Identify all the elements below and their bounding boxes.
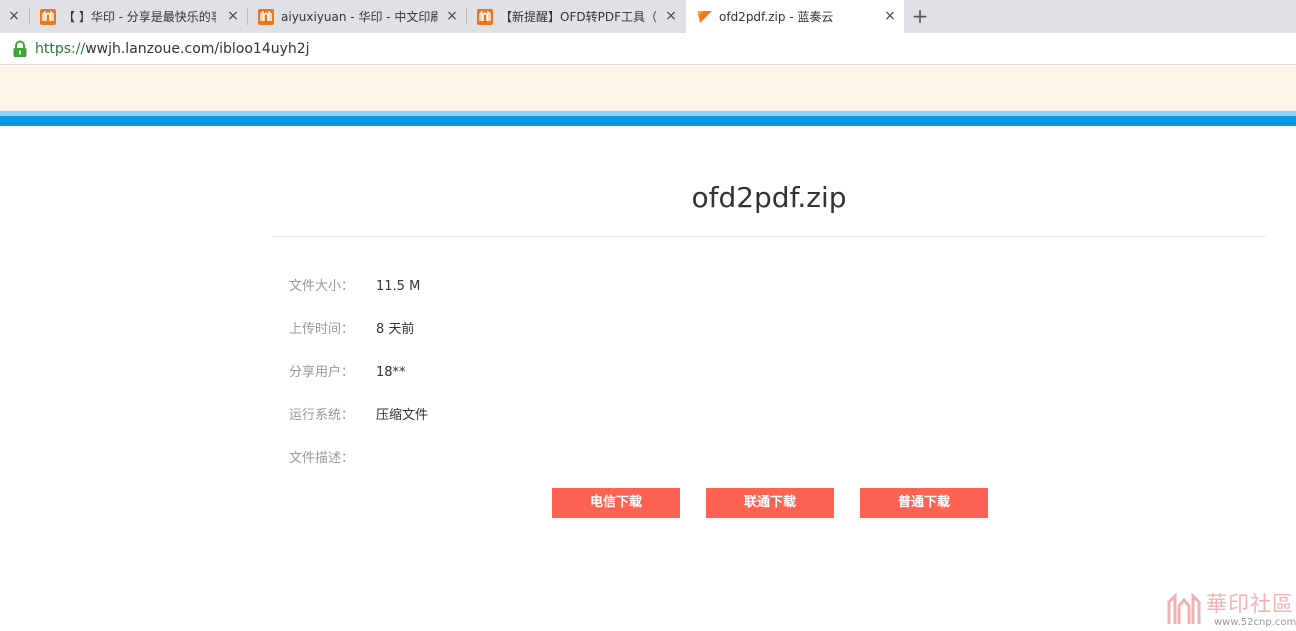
huayin-logo-icon [40,8,56,25]
tab-2-close-icon[interactable]: × [444,8,460,24]
file-size-value: 11.5 M [376,279,421,294]
huayin-logo-icon [477,8,493,25]
file-title: ofd2pdf.zip [691,181,847,214]
file-title-container: ofd2pdf.zip [272,180,1266,216]
huayin-watermark-logo-icon [1167,592,1201,624]
description-label: 文件描述： [289,451,355,466]
lanzou-logo-icon [698,10,712,23]
lock-icon [13,40,27,57]
telecom-download-button[interactable]: 电信下载 [552,488,680,518]
top-banner [0,66,1296,111]
tab-4-title: ofd2pdf.zip - 蓝奏云 [719,10,834,24]
watermark-url: www.52cnp.com [1214,617,1296,628]
tab-4-close-icon[interactable]: × [882,8,898,24]
unicom-download-button[interactable]: 联通下载 [706,488,834,518]
tab-2[interactable]: aiyuxiyuan - 华印 - 中文印刷社区 [258,0,438,33]
url-text[interactable]: https://wwjh.lanzoue.com/ibloo14uyh2j [35,41,310,57]
new-tab-button[interactable]: + [910,5,930,27]
tab-2-title: aiyuxiyuan - 华印 - 中文印刷社区 [281,10,438,24]
tab-3[interactable]: 【新提醒】OFD转PDF工具（c [477,0,657,33]
huayin-logo-icon [258,8,274,25]
tab-separator [29,8,30,25]
tab-3-title: 【新提醒】OFD转PDF工具（c [500,10,657,24]
share-user-value: 18** [376,365,406,380]
tab-1-close-icon[interactable]: × [225,8,241,24]
url-scheme: https:// [35,41,86,57]
share-user-label: 分享用户： [289,365,355,380]
title-divider [272,236,1266,237]
watermark-text: 華印社區 [1206,592,1294,616]
upload-time-value: 8 天前 [376,322,415,337]
tab-0-close-icon[interactable]: × [6,8,22,24]
os-label: 运行系统： [289,408,355,423]
address-bar[interactable]: https://wwjh.lanzoue.com/ibloo14uyh2j [0,33,1296,65]
tab-4-active[interactable]: ofd2pdf.zip - 蓝奏云 [686,0,904,33]
tab-bar: × 【 】华印 - 分享是最快乐的事 × aiyuxiyuan - 华印 - 中… [0,0,1296,33]
file-size-label: 文件大小： [289,279,355,294]
header-stripe-blue [0,116,1296,126]
tab-1[interactable]: 【 】华印 - 分享是最快乐的事 [40,0,216,33]
normal-download-button[interactable]: 普通下载 [860,488,988,518]
tab-1-title: 【 】华印 - 分享是最快乐的事 [63,10,216,24]
watermark: 華印社區 www.52cnp.com [1166,588,1296,631]
tab-separator [247,8,248,25]
os-value: 压缩文件 [376,408,429,423]
upload-time-label: 上传时间： [289,322,355,337]
tab-3-close-icon[interactable]: × [663,8,679,24]
tab-separator [466,8,467,25]
url-path: wwjh.lanzoue.com/ibloo14uyh2j [85,41,310,57]
